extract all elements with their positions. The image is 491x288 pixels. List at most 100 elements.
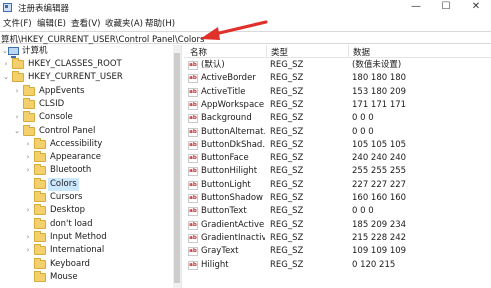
tree-item-label: Cursors — [50, 192, 83, 202]
string-value-icon: ab — [188, 261, 198, 270]
value-data: 0 0 0 — [352, 127, 374, 137]
value-row[interactable]: abGradientActive... REG_SZ 185 209 234 — [184, 219, 491, 232]
folder-icon — [23, 111, 35, 122]
value-name: GrayText — [201, 246, 239, 256]
value-type: REG_SZ — [270, 220, 304, 230]
value-data: 109 109 109 — [352, 246, 407, 256]
menu-favorites[interactable]: 收藏夹(A) — [105, 17, 143, 29]
value-row[interactable]: ab ActiveBorder REG_SZ 180 180 180 — [184, 72, 491, 85]
chevron-right-icon[interactable]: › — [24, 246, 32, 254]
value-name: (默认) — [201, 60, 225, 70]
value-row[interactable]: ab ButtonLight REG_SZ 227 227 227 — [184, 179, 491, 192]
column-divider[interactable] — [348, 45, 349, 58]
title-bar: 注册表编辑器 — ☐ ✕ — [0, 0, 491, 15]
folder-icon — [34, 151, 46, 162]
list-header: 名称 类型 数据 — [184, 45, 491, 58]
value-data: 153 180 209 — [352, 87, 407, 97]
value-type: REG_SZ — [270, 193, 304, 203]
value-name: ButtonFace — [201, 153, 249, 163]
value-row[interactable]: ab ButtonAlternat... REG_SZ 0 0 0 — [184, 126, 491, 139]
chevron-right-icon[interactable]: › — [2, 60, 10, 68]
folder-icon — [34, 244, 46, 255]
tree-item-label: Control Panel — [39, 126, 96, 136]
value-type: REG_SZ — [270, 153, 304, 163]
folder-icon — [23, 98, 35, 109]
string-value-icon: ab — [188, 247, 198, 256]
value-row[interactable]: ab Background REG_SZ 0 0 0 — [184, 112, 491, 125]
menu-file[interactable]: 文件(F) — [3, 17, 32, 29]
tree-item-label: HKEY_CLASSES_ROOT — [28, 59, 122, 69]
value-row[interactable]: ab (默认) REG_SZ (数值未设置) — [184, 59, 491, 72]
string-value-icon: ab — [188, 114, 198, 123]
tree-item-label: 计算机 — [22, 46, 48, 56]
value-row[interactable]: ab ButtonFace REG_SZ 240 240 240 — [184, 152, 491, 165]
value-name: GradientInactiv... — [201, 233, 265, 243]
value-row[interactable]: ab ButtonHilight REG_SZ 255 255 255 — [184, 165, 491, 178]
chevron-right-icon — [24, 220, 32, 228]
menu-help[interactable]: 帮助(H) — [145, 17, 175, 29]
chevron-down-icon[interactable]: ⌄ — [2, 73, 10, 81]
value-type: REG_SZ — [270, 127, 304, 137]
string-value-icon: ab — [188, 61, 198, 70]
tree-item-label: Bluetooth — [50, 165, 92, 175]
chevron-down-icon[interactable]: ⌄ — [13, 127, 21, 135]
value-row[interactable]: ab ButtonShadow REG_SZ 160 160 160 — [184, 192, 491, 205]
value-data: 0 0 0 — [352, 113, 374, 123]
folder-icon — [23, 125, 35, 136]
folder-icon — [12, 71, 24, 82]
value-row[interactable]: ab GrayText REG_SZ 109 109 109 — [184, 245, 491, 258]
value-data: 160 160 160 — [352, 193, 407, 203]
column-type-header[interactable]: 类型 — [271, 46, 288, 58]
chevron-right-icon[interactable]: › — [13, 113, 21, 121]
tree-item-label: Mouse — [50, 272, 78, 282]
value-data: 227 227 227 — [352, 180, 407, 190]
chevron-right-icon — [24, 193, 32, 201]
column-data-header[interactable]: 数据 — [353, 46, 370, 58]
chevron-right-icon — [24, 260, 32, 268]
value-name: ButtonShadow — [201, 193, 264, 203]
tree-scrollbar[interactable] — [173, 45, 181, 288]
string-value-icon: ab — [188, 234, 198, 243]
value-data: 215 228 242 — [352, 233, 407, 243]
folder-icon — [34, 231, 46, 242]
registry-editor-icon — [3, 3, 12, 12]
value-type: REG_SZ — [270, 87, 304, 97]
address-path[interactable]: 算机\HKEY_CURRENT_USER\Control Panel\Color… — [1, 33, 204, 45]
chevron-right-icon[interactable]: › — [24, 166, 32, 174]
value-row[interactable]: ab ActiveTitle REG_SZ 153 180 209 — [184, 86, 491, 99]
window-title: 注册表编辑器 — [18, 4, 70, 14]
column-divider[interactable] — [266, 45, 267, 58]
menu-edit[interactable]: 编辑(E) — [37, 17, 66, 29]
string-value-icon: ab — [188, 221, 198, 230]
chevron-right-icon — [24, 273, 32, 281]
chevron-right-icon[interactable]: › — [13, 87, 21, 95]
column-name-header[interactable]: 名称 — [190, 46, 207, 58]
chevron-right-icon[interactable]: › — [24, 153, 32, 161]
chevron-right-icon — [24, 180, 32, 188]
close-button[interactable]: ✕ — [462, 0, 490, 15]
string-value-icon: ab — [188, 181, 198, 190]
address-bar[interactable]: 算机\HKEY_CURRENT_USER\Control Panel\Color… — [0, 31, 491, 45]
value-row[interactable]: abGradientInactiv... REG_SZ 215 228 242 — [184, 232, 491, 245]
value-row[interactable]: ab Hilight REG_SZ 0 120 215 — [184, 259, 491, 272]
string-value-icon: ab — [188, 167, 198, 176]
tree-item-label: Colors — [48, 178, 79, 191]
maximize-button[interactable]: ☐ — [432, 0, 460, 15]
chevron-right-icon[interactable]: › — [24, 233, 32, 241]
tree-item-label: Input Method — [50, 232, 107, 242]
string-value-icon: ab — [188, 141, 198, 150]
menu-bar: 文件(F) 编辑(E) 查看(V) 收藏夹(A) 帮助(H) — [0, 15, 491, 30]
tree-item-label: Console — [39, 112, 73, 122]
value-row[interactable]: ab AppWorkspace REG_SZ 171 171 171 — [184, 99, 491, 112]
chevron-right-icon[interactable]: › — [24, 140, 32, 148]
menu-view[interactable]: 查看(V) — [71, 17, 100, 29]
tree-item-label: CLSID — [39, 99, 65, 109]
value-type: REG_SZ — [270, 113, 304, 123]
value-row[interactable]: ab ButtonDkShad... REG_SZ 105 105 105 — [184, 139, 491, 152]
folder-icon — [34, 258, 46, 269]
chevron-right-icon[interactable]: › — [24, 206, 32, 214]
scrollbar-thumb[interactable] — [174, 53, 180, 283]
value-row[interactable]: ab ButtonText REG_SZ 0 0 0 — [184, 205, 491, 218]
value-data: 171 171 171 — [352, 100, 407, 110]
minimize-button[interactable]: — — [402, 0, 430, 15]
